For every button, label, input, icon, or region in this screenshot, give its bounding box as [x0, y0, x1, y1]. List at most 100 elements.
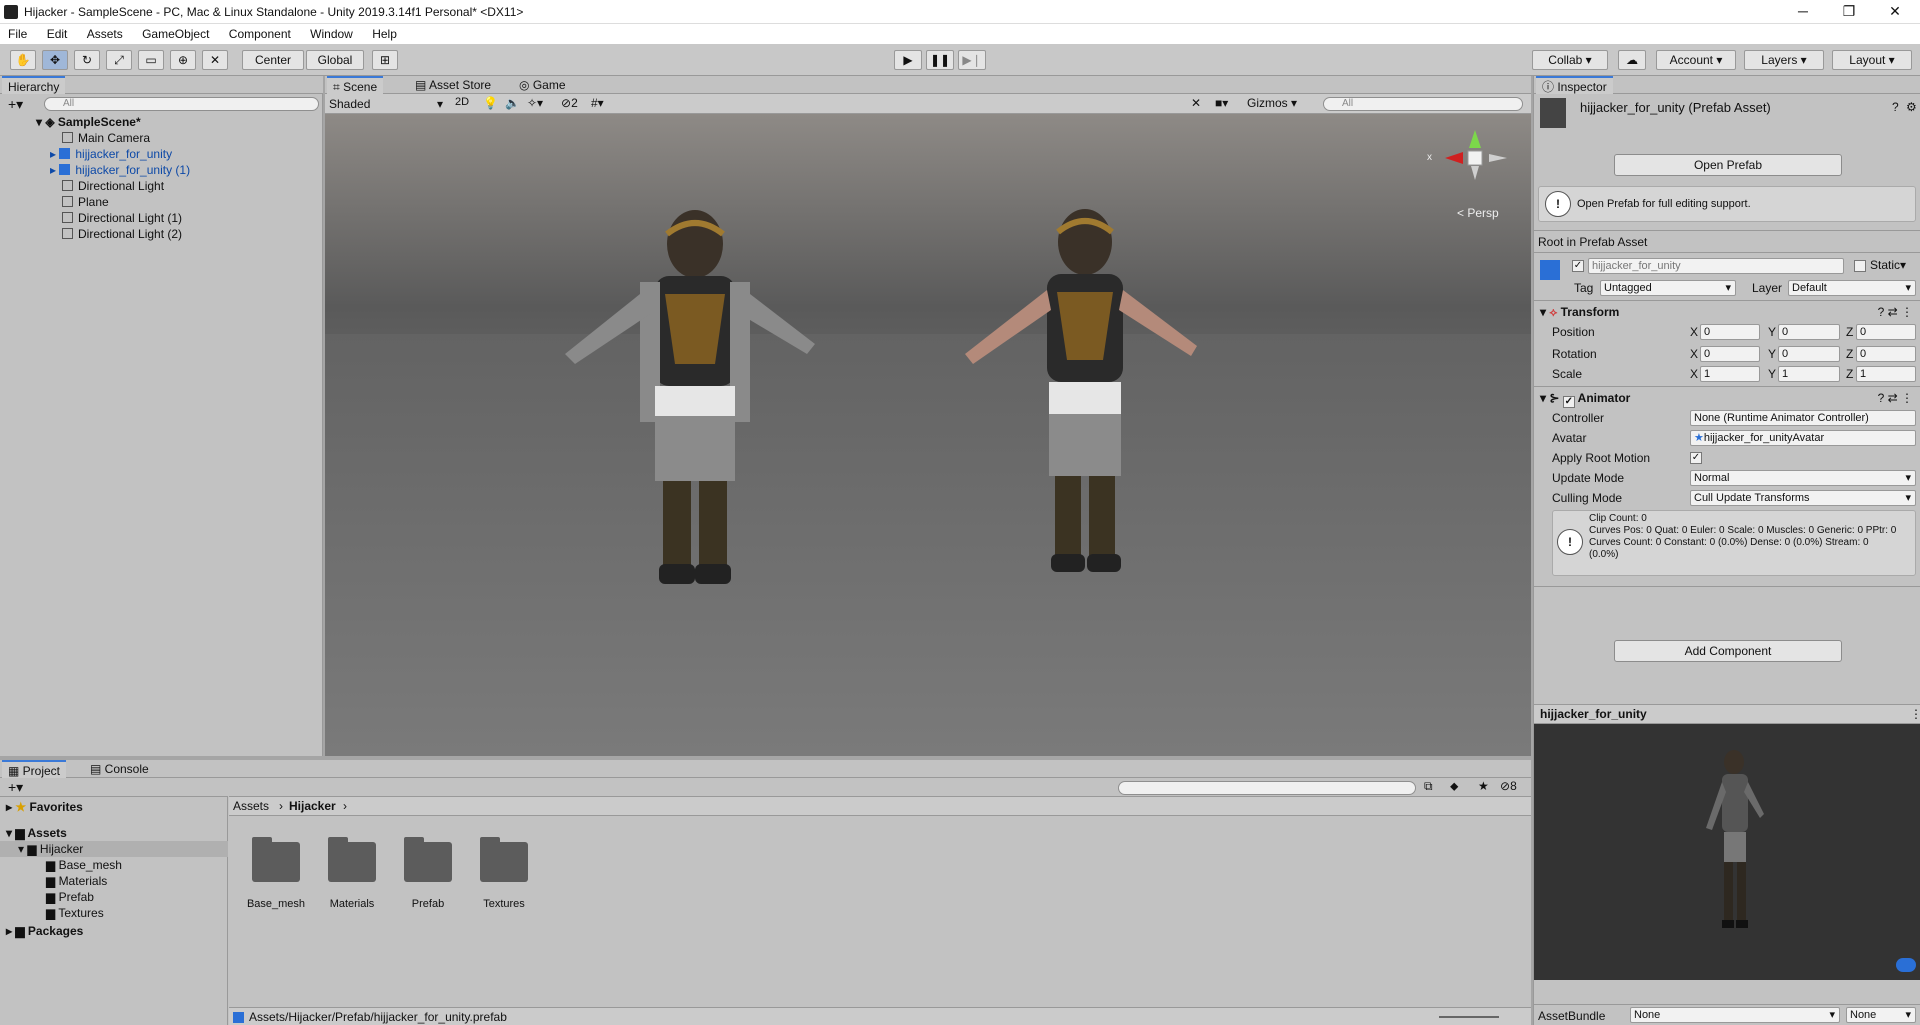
- toggle-2d-button[interactable]: 2D: [455, 96, 469, 108]
- static-dropdown[interactable]: Static▾: [1870, 258, 1906, 272]
- menu-edit[interactable]: Edit: [39, 24, 76, 44]
- pivot-center-button[interactable]: Center: [242, 50, 304, 70]
- menu-gameobject[interactable]: GameObject: [134, 24, 217, 44]
- tab-hierarchy[interactable]: Hierarchy: [2, 76, 66, 94]
- scale-z-field[interactable]: 1: [1856, 366, 1916, 382]
- subfolder-row[interactable]: ▆ Textures: [46, 905, 104, 921]
- preview-menu-icon[interactable]: ⋮: [1910, 707, 1920, 721]
- maximize-button[interactable]: ❐: [1826, 0, 1872, 24]
- folder-icon[interactable]: [404, 837, 452, 882]
- avatar-field[interactable]: ★hijjacker_for_unityAvatar: [1690, 430, 1916, 446]
- assets-row[interactable]: ▾ ▆ Assets: [6, 825, 67, 841]
- subfolder-row[interactable]: ▆ Prefab: [46, 889, 94, 905]
- pause-button[interactable]: ❚❚: [926, 50, 954, 70]
- scale-tool-icon[interactable]: ⤢: [106, 50, 132, 70]
- close-button[interactable]: ✕: [1872, 0, 1918, 24]
- custom-tool-icon[interactable]: ✕: [202, 50, 228, 70]
- hierarchy-item[interactable]: Directional Light (1): [62, 210, 182, 226]
- hidden-objects-toggle[interactable]: ⊘2: [561, 96, 578, 110]
- subfolder-row[interactable]: ▆ Base_mesh: [46, 857, 122, 873]
- space-global-button[interactable]: Global: [306, 50, 364, 70]
- controller-field[interactable]: None (Runtime Animator Controller): [1690, 410, 1916, 426]
- hand-tool-icon[interactable]: ✋: [10, 50, 36, 70]
- add-icon[interactable]: +▾: [8, 96, 23, 113]
- snap-icon[interactable]: ⊞: [372, 50, 398, 70]
- tab-game[interactable]: ◎ Game: [513, 76, 572, 94]
- shading-dropdown[interactable]: Shaded ▾: [329, 96, 447, 112]
- menu-file[interactable]: File: [0, 24, 35, 44]
- tools-icon[interactable]: ✕: [1191, 96, 1201, 110]
- hierarchy-search[interactable]: All: [44, 97, 319, 111]
- hierarchy-item[interactable]: ▸ hijjacker_for_unity (1): [50, 162, 190, 178]
- object-name-field[interactable]: hijjacker_for_unity: [1588, 258, 1844, 274]
- hierarchy-item[interactable]: ▸ hijjacker_for_unity: [50, 146, 172, 162]
- update-mode-dropdown[interactable]: Normal ▾: [1690, 470, 1916, 486]
- account-dropdown[interactable]: Account ▾: [1656, 50, 1736, 70]
- packages-row[interactable]: ▸ ▆ Packages: [6, 923, 83, 939]
- tab-asset-store[interactable]: ▤ Asset Store: [409, 76, 497, 94]
- project-add-icon[interactable]: +▾: [8, 779, 23, 796]
- folder-icon[interactable]: [252, 837, 300, 882]
- rotation-z-field[interactable]: 0: [1856, 346, 1916, 362]
- position-x-field[interactable]: 0: [1700, 324, 1760, 340]
- preview-viewport[interactable]: [1534, 724, 1920, 980]
- audio-icon[interactable]: 🔈: [505, 96, 520, 110]
- menu-help[interactable]: Help: [364, 24, 405, 44]
- persp-label[interactable]: < Persp: [1457, 206, 1499, 220]
- folder-icon[interactable]: [480, 837, 528, 882]
- rotate-tool-icon[interactable]: ↻: [74, 50, 100, 70]
- favorite-icon[interactable]: ★: [1478, 779, 1489, 793]
- assetbundle-variant-dropdown[interactable]: None ▾: [1846, 1007, 1916, 1023]
- menu-component[interactable]: Component: [221, 24, 299, 44]
- add-component-button[interactable]: Add Component: [1614, 640, 1842, 662]
- scene-root[interactable]: ▾ ◈ SampleScene*: [36, 114, 141, 130]
- icon-size-slider[interactable]: [1439, 1016, 1499, 1018]
- scene-viewport[interactable]: x < Persp: [325, 114, 1531, 756]
- grid-icon[interactable]: #▾: [591, 96, 604, 110]
- menu-window[interactable]: Window: [302, 24, 361, 44]
- subfolder-row[interactable]: ▆ Materials: [46, 873, 107, 889]
- hierarchy-item[interactable]: Directional Light: [62, 178, 164, 194]
- position-z-field[interactable]: 0: [1856, 324, 1916, 340]
- folder-icon[interactable]: [328, 837, 376, 882]
- collab-dropdown[interactable]: Collab ▾: [1532, 50, 1608, 70]
- transform-header[interactable]: ▾ ⟡ Transform? ⇄ ⋮: [1534, 300, 1920, 322]
- character-model-1[interactable]: [535, 204, 855, 604]
- tab-inspector[interactable]: ⓘ Inspector: [1536, 76, 1613, 94]
- help-icon[interactable]: ?: [1892, 100, 1899, 114]
- open-prefab-button[interactable]: Open Prefab: [1614, 154, 1842, 176]
- project-search[interactable]: [1118, 781, 1416, 795]
- effects-icon[interactable]: ✧▾: [527, 96, 543, 110]
- position-y-field[interactable]: 0: [1778, 324, 1840, 340]
- tab-scene[interactable]: ⌗ Scene: [327, 76, 384, 94]
- hierarchy-item[interactable]: Main Camera: [62, 130, 150, 146]
- rect-tool-icon[interactable]: ▭: [138, 50, 164, 70]
- transform-tool-icon[interactable]: ⊕: [170, 50, 196, 70]
- static-checkbox[interactable]: [1854, 260, 1866, 272]
- character-model-2[interactable]: [925, 204, 1245, 584]
- gizmos-dropdown[interactable]: Gizmos ▾: [1247, 96, 1297, 110]
- camera-icon[interactable]: ■▾: [1215, 96, 1228, 110]
- layout-dropdown[interactable]: Layout ▾: [1832, 50, 1912, 70]
- settings-gear-icon[interactable]: ⚙: [1906, 100, 1917, 114]
- favorites-row[interactable]: ▸ ★ Favorites: [6, 799, 83, 815]
- root-motion-checkbox[interactable]: ✓: [1690, 452, 1702, 464]
- breadcrumb-hijacker[interactable]: Hijacker: [289, 799, 336, 813]
- hidden-packages-toggle[interactable]: ⊘8: [1500, 779, 1517, 793]
- culling-mode-dropdown[interactable]: Cull Update Transforms ▾: [1690, 490, 1916, 506]
- lighting-icon[interactable]: 💡: [483, 96, 498, 110]
- filter-label-icon[interactable]: ⬥: [1450, 779, 1458, 794]
- tab-project[interactable]: ▦ Project: [2, 760, 67, 778]
- filter-type-icon[interactable]: ⧉: [1424, 779, 1433, 794]
- move-tool-icon[interactable]: ✥: [42, 50, 68, 70]
- hierarchy-item[interactable]: Plane: [62, 194, 109, 210]
- scene-gizmo-icon[interactable]: [1435, 128, 1515, 188]
- tag-dropdown[interactable]: Untagged ▾: [1600, 280, 1736, 296]
- minimize-button[interactable]: ─: [1780, 0, 1826, 24]
- rotation-x-field[interactable]: 0: [1700, 346, 1760, 362]
- hijacker-folder-row[interactable]: ▾ ▆ Hijacker: [0, 841, 228, 857]
- breadcrumb-assets[interactable]: Assets: [233, 799, 269, 813]
- step-button[interactable]: ▶❘: [958, 50, 986, 70]
- scale-x-field[interactable]: 1: [1700, 366, 1760, 382]
- scene-search[interactable]: All: [1323, 97, 1523, 111]
